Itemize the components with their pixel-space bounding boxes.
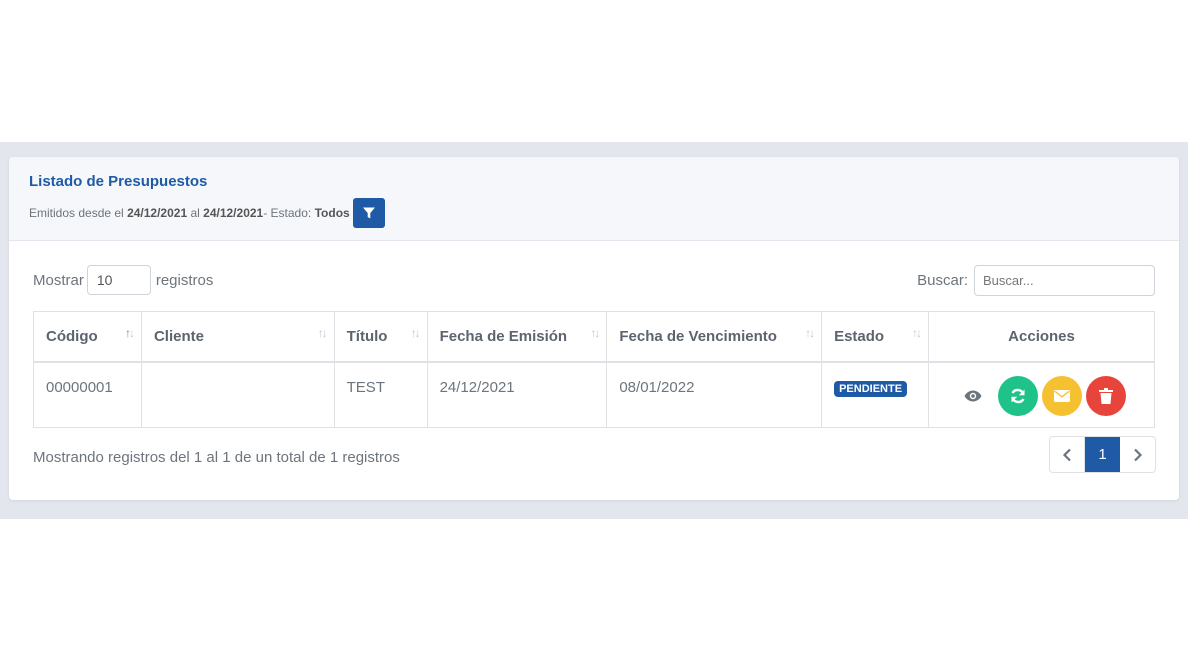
chevron-right-icon <box>1133 448 1142 461</box>
next-page-button[interactable] <box>1120 437 1155 472</box>
sort-icon: ↑↓ <box>590 326 600 340</box>
column-header-codigo[interactable]: Código ↑↓ <box>33 311 142 363</box>
filter-icon <box>362 207 375 219</box>
view-button[interactable] <box>958 376 988 416</box>
search-label: Buscar: <box>917 271 968 289</box>
page-length-select[interactable]: 10 <box>86 265 151 295</box>
page-length-control: Mostrar 10 registros <box>33 265 213 295</box>
show-label: Mostrar <box>33 271 84 289</box>
pagination: 1 <box>1049 436 1156 473</box>
envelope-icon <box>1053 389 1070 402</box>
estado-label: - Estado: <box>263 206 312 220</box>
al-label: al <box>190 206 200 220</box>
status-badge: PENDIENTE <box>834 380 908 397</box>
delete-button[interactable] <box>1085 375 1126 416</box>
sort-icon: ↑↓ <box>805 326 815 340</box>
sort-icon: ↑↓ <box>124 326 135 340</box>
sort-icon: ↑↓ <box>912 326 922 340</box>
search-control: Buscar: <box>917 264 1155 296</box>
sort-icon: ↑↓ <box>410 326 421 340</box>
column-header-acciones: Acciones <box>928 311 1155 363</box>
table-row: 00000001 TEST 24/12/2021 08/01/2022 PEND… <box>33 361 1155 428</box>
sort-icon: ↑↓ <box>317 326 328 340</box>
search-input[interactable] <box>974 264 1155 296</box>
table-controls: Mostrar 10 registros Buscar: <box>33 264 1155 296</box>
table-info: Mostrando registros del 1 al 1 de un tot… <box>33 449 400 466</box>
cell-acciones <box>928 361 1155 428</box>
previous-page-button[interactable] <box>1050 437 1085 472</box>
budgets-table: Código ↑↓ Cliente ↑↓ Título ↑↓ Fecha de Emi… <box>33 311 1155 428</box>
table-header-row: Código ↑↓ Cliente ↑↓ Título ↑↓ Fecha de Emi… <box>33 311 1155 363</box>
date-to: 24/12/2021 <box>203 206 264 220</box>
convert-button[interactable] <box>997 375 1038 416</box>
date-from: 24/12/2021 <box>127 206 188 220</box>
column-header-cliente[interactable]: Cliente ↑↓ <box>140 311 335 363</box>
chevron-left-icon <box>1062 448 1071 461</box>
page-title: Listado de Presupuestos <box>29 173 208 190</box>
emitidos-label: Emitidos desde el <box>29 206 124 220</box>
cell-fecha-vencimiento: 08/01/2022 <box>606 361 823 428</box>
cell-estado: PENDIENTE <box>821 361 930 428</box>
cell-titulo: TEST <box>333 361 428 428</box>
column-header-fecha-emision[interactable]: Fecha de Emisión ↑↓ <box>426 311 608 363</box>
estado-value: Todos <box>314 206 350 220</box>
column-header-estado[interactable]: Estado ↑↓ <box>821 311 930 363</box>
card-header: Listado de Presupuestos Emitidos desde e… <box>9 157 1179 241</box>
cell-fecha-emision: 24/12/2021 <box>426 361 608 428</box>
budgets-card: Listado de Presupuestos Emitidos desde e… <box>9 157 1179 500</box>
cell-cliente <box>140 361 335 428</box>
page-1-button[interactable]: 1 <box>1085 437 1120 472</box>
column-header-fecha-vencimiento[interactable]: Fecha de Vencimiento ↑↓ <box>606 311 823 363</box>
email-button[interactable] <box>1041 375 1082 416</box>
filter-summary: Emitidos desde el 24/12/2021 al 24/12/20… <box>29 198 1159 228</box>
filter-button[interactable] <box>352 198 385 228</box>
sync-icon <box>1010 388 1025 403</box>
column-header-titulo[interactable]: Título ↑↓ <box>333 311 428 363</box>
trash-icon <box>1098 387 1113 404</box>
row-actions <box>941 375 1142 416</box>
records-label: registros <box>155 271 214 289</box>
cell-codigo: 00000001 <box>33 361 142 428</box>
eye-icon <box>964 390 982 401</box>
